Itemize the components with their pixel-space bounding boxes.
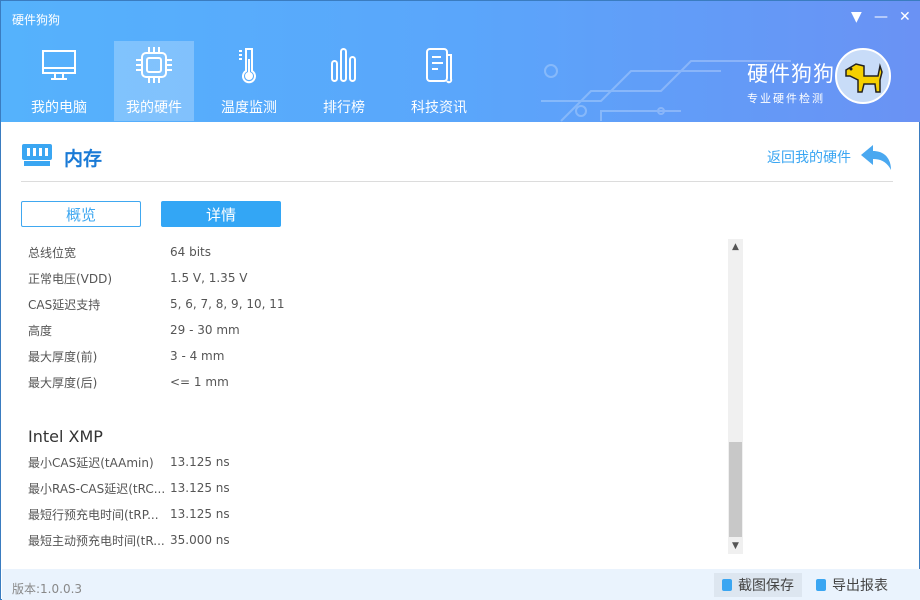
nav-label: 排行榜 (323, 100, 365, 116)
menu-dropdown-icon[interactable]: ▼ (851, 9, 862, 25)
button-label: 截图保存 (738, 578, 794, 594)
footer: 版本:1.0.0.3 截图保存 导出报表 (2, 569, 920, 600)
table-row: 最小RAS-CAS延迟(tRC... 13.125 ns (28, 475, 718, 501)
memory-icon (22, 144, 52, 166)
nav-tech-news[interactable]: 科技资讯 (399, 41, 479, 121)
header: 硬件狗狗 ▼ — ✕ 我的电脑 我的硬件 温度监测 排行榜 科技资讯 硬件狗狗 … (1, 1, 920, 122)
brand-name: 硬件狗狗 (747, 62, 835, 86)
scrollbar-thumb[interactable] (729, 442, 742, 537)
close-button[interactable]: ✕ (899, 9, 911, 25)
nav-ranking[interactable]: 排行榜 (304, 41, 384, 121)
nav-label: 我的硬件 (126, 100, 182, 116)
table-row: 最短行预充电时间(tRP... 13.125 ns (28, 501, 718, 527)
row-key: 总线位宽 (28, 245, 77, 260)
group-title: Intel XMP (28, 426, 103, 446)
row-value: 3 - 4 mm (170, 349, 225, 363)
row-value: 13.125 ns (170, 507, 230, 521)
row-key: CAS延迟支持 (28, 297, 101, 312)
nav-my-hardware[interactable]: 我的硬件 (114, 41, 194, 121)
details-list: 总线位宽 64 bits 正常电压(VDD) 1.5 V, 1.35 V CAS延迟… (28, 239, 718, 554)
row-value: 1.5 V, 1.35 V (170, 271, 248, 285)
table-row: 最小CAS延迟(tAAmin) 13.125 ns (28, 449, 718, 475)
news-icon (426, 48, 453, 84)
table-row: 总线位宽 64 bits (28, 239, 718, 265)
scroll-up-icon[interactable]: ▲ (728, 239, 743, 255)
thermometer-icon (239, 48, 256, 84)
dog-logo (835, 48, 891, 104)
row-value: 5, 6, 7, 8, 9, 10, 11 (170, 297, 285, 311)
row-value: <= 1 mm (170, 375, 229, 389)
back-arrow-icon[interactable] (859, 143, 893, 171)
version-label: 版本:1.0.0.3 (12, 582, 83, 596)
row-key: 最短主动预充电时间(tR... (28, 533, 165, 548)
table-row: 最大厚度(后) <= 1 mm (28, 369, 718, 395)
app-title: 硬件狗狗 (12, 13, 61, 27)
row-value: 29 - 30 mm (170, 323, 240, 337)
chip-icon (136, 47, 172, 83)
nav-temperature[interactable]: 温度监测 (209, 41, 289, 121)
table-row: 最短主动预充电时间(tR... 35.000 ns (28, 527, 718, 553)
tab-details[interactable]: 详情 (161, 201, 281, 227)
button-label: 导出报表 (832, 578, 888, 594)
camera-icon (722, 579, 732, 591)
nav-label: 科技资讯 (411, 100, 467, 116)
app-window: 硬件狗狗 ▼ — ✕ 我的电脑 我的硬件 温度监测 排行榜 科技资讯 硬件狗狗 … (0, 0, 920, 600)
nav-my-computer[interactable]: 我的电脑 (19, 41, 99, 121)
row-value: 64 bits (170, 245, 211, 259)
scroll-down-icon[interactable]: ▼ (728, 538, 743, 554)
back-to-hardware-link[interactable]: 返回我的硬件 (767, 147, 851, 167)
bar-chart-icon (331, 48, 356, 82)
row-key: 高度 (28, 323, 53, 338)
minimize-button[interactable]: — (874, 9, 888, 25)
export-report-button[interactable]: 导出报表 (808, 573, 896, 597)
tab-overview[interactable]: 概览 (21, 201, 141, 227)
brand: 硬件狗狗 专业硬件检测 (747, 58, 835, 106)
row-key: 正常电压(VDD) (28, 271, 113, 286)
table-row: 最大厚度(前) 3 - 4 mm (28, 343, 718, 369)
nav-label: 我的电脑 (31, 100, 87, 116)
row-key: 最小CAS延迟(tAAmin) (28, 455, 154, 470)
divider (21, 181, 893, 182)
export-icon (816, 579, 826, 591)
table-row: CAS延迟支持 5, 6, 7, 8, 9, 10, 11 (28, 291, 718, 317)
monitor-icon (42, 50, 76, 80)
row-key: 最大厚度(后) (28, 375, 98, 390)
row-key: 最小RAS-CAS延迟(tRC... (28, 481, 166, 496)
row-key: 最大厚度(前) (28, 349, 98, 364)
screenshot-save-button[interactable]: 截图保存 (714, 573, 802, 597)
row-key: 最短行预充电时间(tRP... (28, 507, 159, 522)
brand-slogan: 专业硬件检测 (747, 92, 825, 105)
table-row: 高度 29 - 30 mm (28, 317, 718, 343)
table-row: 正常电压(VDD) 1.5 V, 1.35 V (28, 265, 718, 291)
row-value: 13.125 ns (170, 455, 230, 469)
scrollbar[interactable]: ▲ ▼ (728, 239, 743, 554)
row-value: 13.125 ns (170, 481, 230, 495)
section-title: 内存 (64, 148, 103, 170)
row-value: 35.000 ns (170, 533, 230, 547)
nav-label: 温度监测 (221, 100, 277, 116)
